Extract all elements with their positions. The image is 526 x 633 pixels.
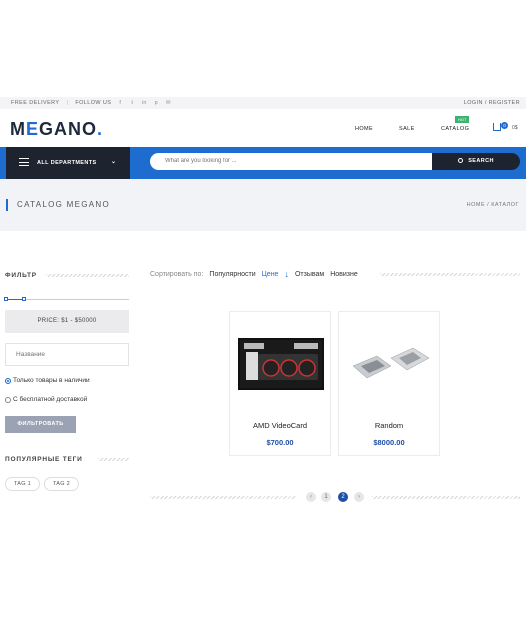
search-button-label: SEARCH [468,158,494,164]
tag-2[interactable]: TAG 2 [44,477,79,491]
product-card[interactable]: AMD VideoCard $700.00 [229,311,331,456]
product-price: $8000.00 [373,438,405,447]
twitter-icon[interactable]: t [129,100,135,106]
price-slider-max-handle[interactable] [22,297,26,301]
hot-badge: HOT [455,116,470,123]
mail-icon[interactable]: ✉ [165,100,171,106]
page-1[interactable]: 1 [321,492,331,502]
search-button[interactable]: SEARCH [432,153,520,170]
all-departments-button[interactable]: ALL DEPARTMENTS ⌄ [6,147,130,179]
pagination-divider [372,496,520,499]
product-card[interactable]: Random $8000.00 [338,311,440,456]
search-bar: ALL DEPARTMENTS ⌄ SEARCH [0,147,526,179]
nav-sale[interactable]: SALE [399,126,415,132]
logo-dot: . [97,119,104,139]
facebook-icon[interactable]: f [117,100,123,106]
filter-button[interactable]: ФИЛЬТРОВАТЬ [5,416,76,433]
product-price: $700.00 [266,438,294,447]
page-banner: CATALOG MEGANO HOME / КАТАЛОГ [0,179,526,231]
cart-total: 0$ [512,125,518,131]
product-name[interactable]: AMD VideoCard [230,421,330,430]
logo-letter-e: E [26,119,40,139]
nav-catalog[interactable]: CATALOG [441,126,469,132]
title-divider [46,274,129,277]
login-register-link[interactable]: LOGIN / REGISTER [464,100,520,106]
checkbox-unchecked[interactable] [5,396,11,403]
search-input[interactable] [150,153,432,170]
price-range-display: PRICE: $1 - $50000 [5,310,129,333]
price-slider-min-handle[interactable] [4,297,8,301]
top-bar: FREE DELIVERY | FOLLOW US f t in p ✉ LOG… [0,97,526,109]
in-stock-label: Только товары в наличии [13,377,90,384]
nav-home[interactable]: HOME [355,126,373,132]
chevron-down-icon: ⌄ [111,159,117,165]
sort-arrow-icon: ↓ [284,269,289,279]
follow-us-text: FOLLOW US [75,100,112,106]
product-name[interactable]: Random [339,421,439,430]
sort-divider [380,273,520,276]
free-delivery-checkbox[interactable]: С бесплатной доставкой [5,396,87,403]
sort-price[interactable]: Цене [262,271,279,278]
free-delivery-text: FREE DELIVERY [11,100,60,106]
sort-label: Сортировать по: [150,271,204,278]
in-stock-checkbox[interactable]: Только товары в наличии [5,377,90,384]
next-page-icon[interactable]: › [354,492,364,502]
logo-letter: M [10,119,26,139]
prev-page-icon[interactable]: ‹ [306,492,316,502]
logo[interactable]: MEGANO. [10,119,103,140]
linkedin-icon[interactable]: in [141,100,147,106]
product-image [352,347,430,379]
popular-tags-title: ПОПУЛЯРНЫЕ ТЕГИ [5,456,83,463]
title-divider [98,458,129,461]
sort-popularity[interactable]: Популярности [209,271,255,278]
product-image [238,338,324,390]
pagination-divider [150,496,296,499]
cart-count-badge: 0 [501,122,508,129]
checkbox-checked[interactable] [5,377,11,384]
logo-text: GANO [39,119,98,139]
pinterest-icon[interactable]: p [153,100,159,106]
social-links: f t in p ✉ [117,100,171,106]
filter-title: ФИЛЬТР [5,272,37,279]
divider: | [66,100,69,106]
tag-1[interactable]: TAG 1 [5,477,40,491]
menu-icon [19,158,29,166]
search-icon [458,158,464,164]
sort-newest[interactable]: Новизне [330,271,358,278]
sort-reviews[interactable]: Отзывам [295,271,324,278]
free-delivery-label: С бесплатной доставкой [13,396,88,403]
title-accent-bar [6,199,8,211]
departments-label: ALL DEPARTMENTS [37,160,97,166]
page-title: CATALOG MEGANO [17,200,111,209]
cart-icon[interactable] [493,123,501,131]
page-2-current[interactable]: 2 [338,492,348,502]
name-filter-input[interactable] [5,343,129,366]
sort-bar: Сортировать по: Популярности Цене ↓ Отзы… [150,269,358,279]
breadcrumb[interactable]: HOME / КАТАЛОГ [467,202,519,208]
site-header: MEGANO. HOME SALE HOT CATALOG 0 0$ [0,109,526,147]
